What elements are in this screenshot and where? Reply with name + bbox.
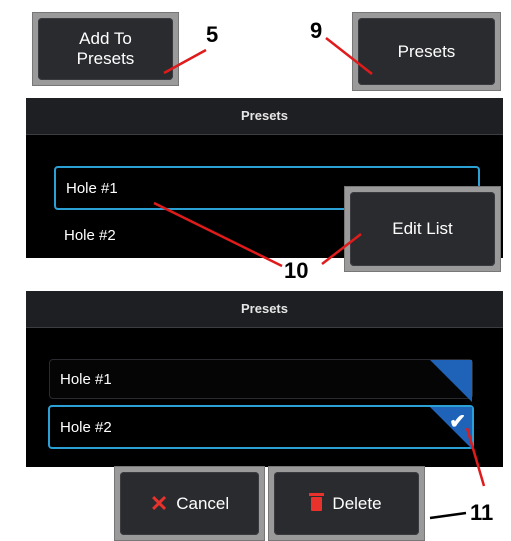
callout-9: 9 — [310, 18, 323, 43]
callout-lines — [153, 37, 486, 520]
callout-11: 11 — [470, 500, 494, 525]
callout-10: 10 — [284, 258, 309, 283]
callout-5: 5 — [206, 22, 219, 47]
